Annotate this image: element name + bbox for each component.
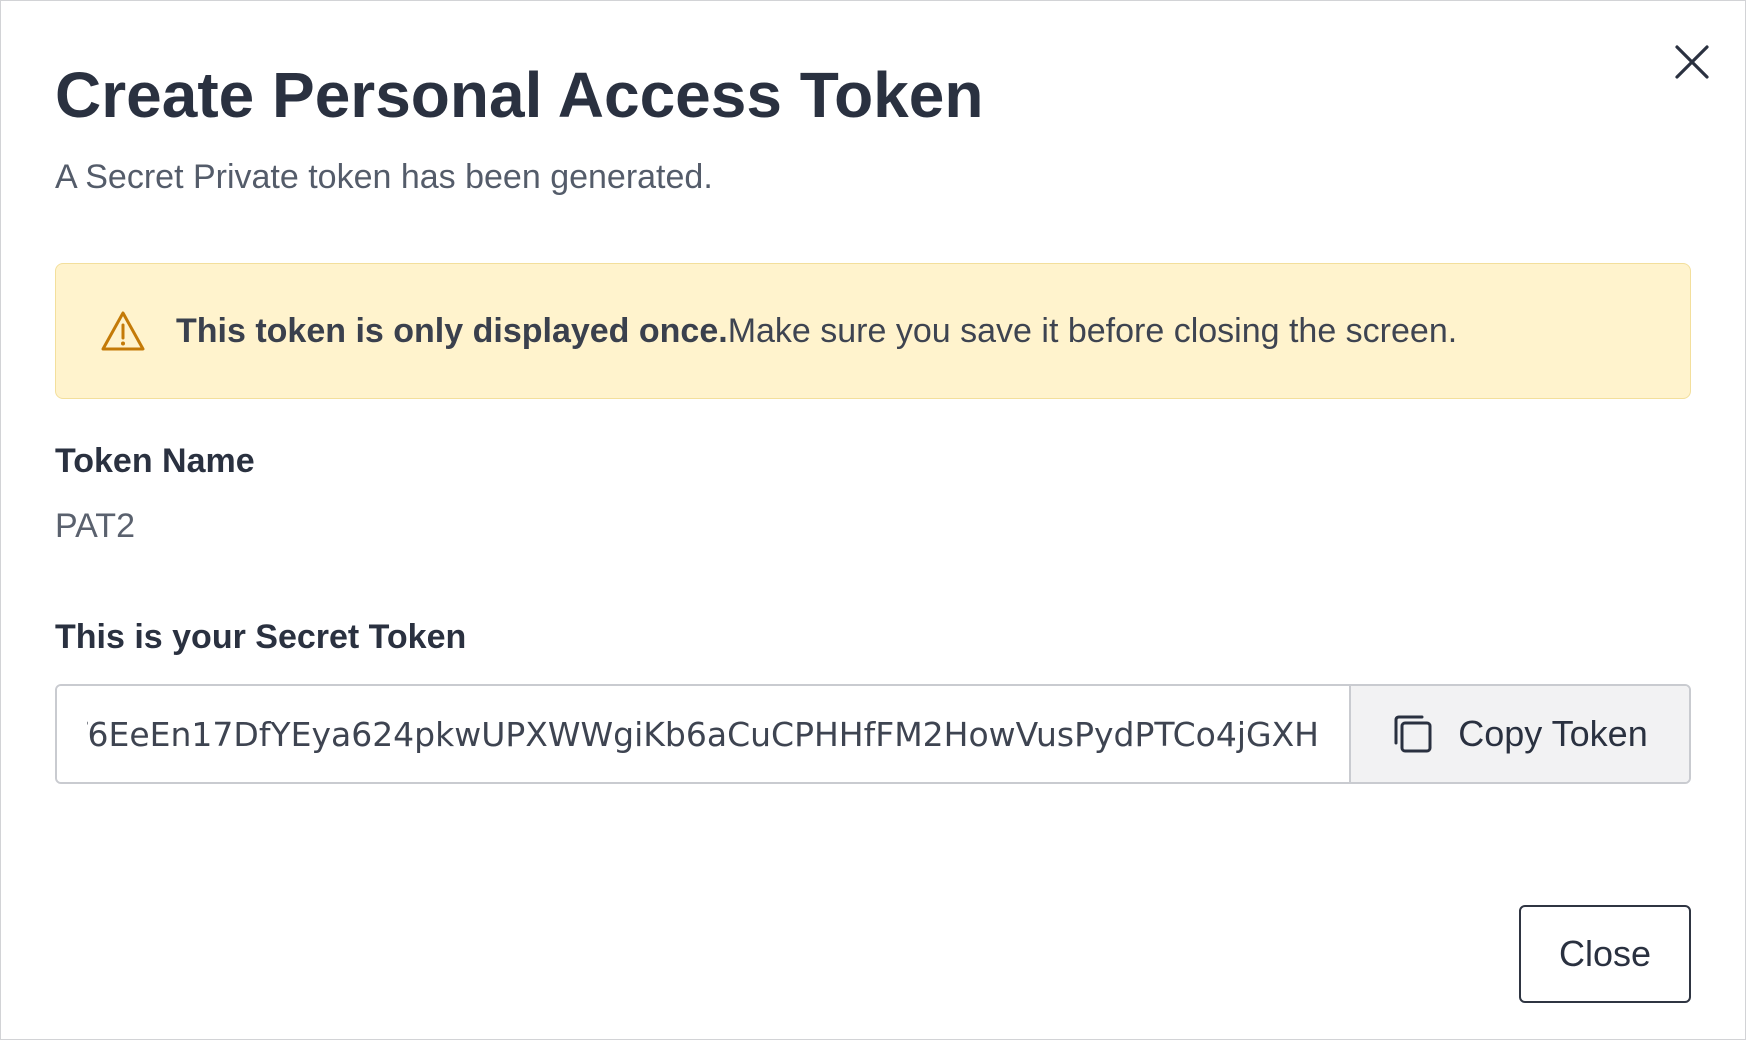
secret-token-group: Copy Token xyxy=(55,684,1691,784)
copy-token-button[interactable]: Copy Token xyxy=(1349,686,1689,782)
warning-alert: This token is only displayed once.Make s… xyxy=(55,263,1691,399)
close-icon xyxy=(1675,45,1709,79)
create-token-dialog: Create Personal Access Token A Secret Pr… xyxy=(0,0,1746,1040)
dialog-title: Create Personal Access Token xyxy=(55,59,984,131)
secret-token-input[interactable] xyxy=(57,686,1349,782)
dialog-subtitle: A Secret Private token has been generate… xyxy=(55,158,713,196)
alert-message: This token is only displayed once.Make s… xyxy=(176,311,1457,351)
copy-token-label: Copy Token xyxy=(1458,713,1648,754)
alert-bold-text: This token is only displayed once. xyxy=(176,312,728,350)
copy-icon xyxy=(1394,715,1432,753)
token-name-value: PAT2 xyxy=(55,507,135,545)
token-name-label: Token Name xyxy=(55,442,255,480)
secret-token-label: This is your Secret Token xyxy=(55,618,467,656)
close-dialog-button[interactable] xyxy=(1667,37,1717,87)
warning-icon xyxy=(100,308,146,354)
alert-body-text: Make sure you save it before closing the… xyxy=(727,312,1458,350)
close-button[interactable]: Close xyxy=(1519,905,1691,1003)
